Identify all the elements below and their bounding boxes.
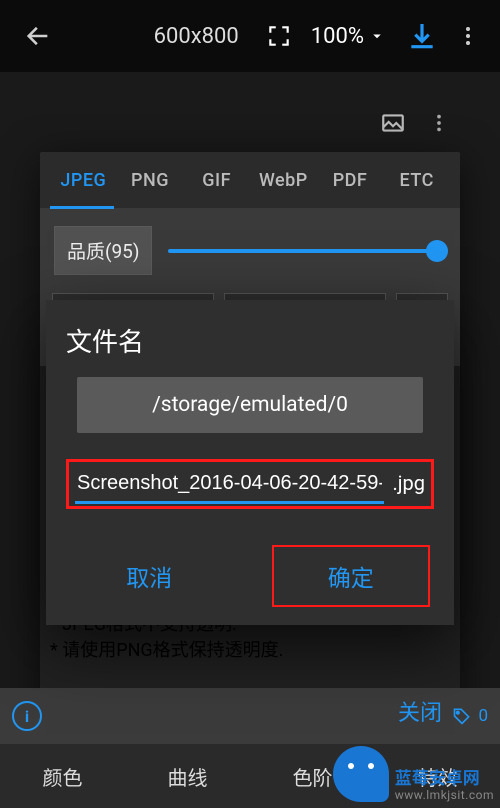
save-path-chip[interactable]: /storage/emulated/0 [77, 377, 423, 433]
quality-button[interactable]: 品质(95) [54, 226, 152, 275]
dialog-buttons: 取消 确定 [66, 545, 434, 607]
format-tab-png[interactable]: PNG [117, 170, 184, 191]
watermark-title: 蓝莓安卓网 [395, 770, 494, 789]
info-count: 0 [478, 706, 488, 726]
site-watermark: 蓝莓安卓网 www.lmkjsit.com [333, 746, 494, 802]
cancel-button[interactable]: 取消 [70, 545, 228, 607]
android-mascot-icon [333, 746, 389, 802]
zoom-dropdown[interactable]: 100% [311, 24, 386, 49]
format-tab-webp[interactable]: WebP [250, 170, 317, 191]
close-button[interactable]: 关闭 [398, 695, 442, 727]
image-icon[interactable] [380, 110, 406, 136]
format-tab-etc[interactable]: ETC [383, 170, 450, 191]
info-right[interactable]: 0 [452, 706, 488, 726]
chevron-down-icon [368, 27, 386, 45]
overflow-menu-button[interactable] [450, 18, 486, 54]
filename-dialog: 文件名 /storage/emulated/0 .jpg 取消 确定 [46, 300, 454, 625]
overflow-menu-icon[interactable] [428, 112, 450, 134]
filename-input[interactable] [75, 466, 384, 504]
ok-button[interactable]: 确定 [272, 545, 430, 607]
back-button[interactable] [20, 18, 56, 54]
canvas-mini-toolbar [380, 110, 450, 136]
format-tabs: JPEG PNG GIF WebP PDF ETC [40, 152, 460, 208]
format-tab-gif[interactable]: GIF [183, 170, 250, 191]
format-tab-jpeg[interactable]: JPEG [50, 170, 117, 191]
note-line-2: * 请使用PNG格式保持透明度. [50, 638, 450, 664]
format-tab-pdf[interactable]: PDF [317, 170, 384, 191]
zoom-value: 100% [311, 24, 364, 49]
canvas-dimensions: 600x800 [154, 24, 239, 49]
download-button[interactable] [404, 18, 440, 54]
file-extension: .jpg [392, 471, 425, 499]
app-toolbar: 600x800 100% [0, 0, 500, 72]
bottom-tab-color[interactable]: 颜色 [0, 744, 125, 808]
tag-icon [452, 706, 472, 726]
fullscreen-icon[interactable] [261, 18, 297, 54]
bottom-tab-curves[interactable]: 曲线 [125, 744, 250, 808]
watermark-url: www.lmkjsit.com [395, 789, 494, 802]
quality-slider[interactable] [168, 249, 446, 253]
filename-row-highlight: .jpg [66, 459, 434, 509]
slider-thumb[interactable] [426, 240, 448, 262]
dialog-title: 文件名 [66, 322, 434, 359]
quality-row: 品质(95) [40, 208, 460, 285]
info-icon[interactable]: i [12, 701, 42, 731]
tab-underline [50, 206, 114, 209]
